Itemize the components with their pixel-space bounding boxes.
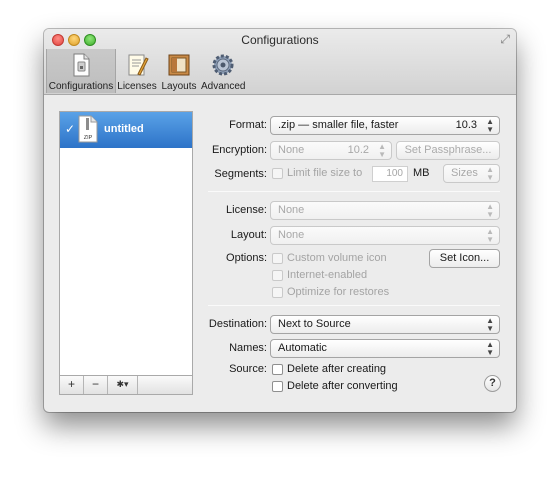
optimize-label: Optimize for restores bbox=[287, 286, 390, 298]
custom-icon-checkbox[interactable] bbox=[272, 253, 283, 264]
add-button[interactable]: + bbox=[60, 376, 84, 394]
limit-size-label: Limit file size to bbox=[287, 167, 363, 179]
zip-badge-text: ZIP bbox=[84, 135, 93, 141]
set-passphrase-button[interactable]: Set Passphrase... bbox=[396, 141, 500, 160]
separator bbox=[208, 191, 500, 192]
destination-label: Destination: bbox=[208, 318, 267, 330]
size-field[interactable]: 100 bbox=[372, 166, 408, 182]
toolbar-label-layouts: Layouts bbox=[161, 81, 197, 92]
configurations-list[interactable]: ✓ ZIP untitled bbox=[59, 111, 193, 376]
toolbar-layouts[interactable]: Layouts bbox=[159, 49, 199, 93]
configurations-doc-icon bbox=[73, 53, 90, 77]
toolbar-licenses[interactable]: Licenses bbox=[117, 49, 157, 93]
encryption-value: None bbox=[278, 144, 305, 156]
source-label: Source: bbox=[229, 363, 267, 375]
popup-arrows-icon: ▲ ▼ bbox=[486, 340, 494, 357]
set-icon-button[interactable]: Set Icon... bbox=[429, 249, 500, 268]
options-label: Options: bbox=[226, 252, 267, 264]
layout-popup[interactable]: None ▲ ▼ bbox=[270, 226, 500, 245]
popup-arrows-icon: ▲ ▼ bbox=[486, 165, 494, 182]
license-popup[interactable]: None ▲ ▼ bbox=[270, 201, 500, 220]
layout-value: None bbox=[278, 229, 305, 241]
popup-arrows-icon: ▲ ▼ bbox=[486, 117, 494, 134]
limit-size-checkbox[interactable] bbox=[272, 168, 283, 179]
format-value: .zip — smaller file, faster bbox=[278, 119, 399, 131]
encryption-popup[interactable]: None 10.2 ▲ ▼ bbox=[270, 141, 392, 160]
delete-after-creating-label: Delete after creating bbox=[287, 363, 387, 375]
delete-after-creating-checkbox[interactable] bbox=[272, 364, 283, 375]
delete-after-converting-checkbox[interactable] bbox=[272, 381, 283, 392]
format-version: 10.3 bbox=[455, 119, 477, 131]
checkmark-icon[interactable]: ✓ bbox=[65, 122, 75, 136]
title-bar: Configurations ⤢ Configurations Licenses bbox=[44, 29, 516, 95]
popup-arrows-icon: ▲ ▼ bbox=[486, 227, 494, 244]
layout-label: Layout: bbox=[230, 229, 267, 241]
names-value: Automatic bbox=[278, 342, 327, 354]
toolbar-configurations[interactable]: Configurations bbox=[46, 49, 116, 93]
list-item-name: untitled bbox=[104, 123, 144, 135]
delete-after-converting-label: Delete after converting bbox=[287, 380, 398, 392]
destination-value: Next to Source bbox=[278, 318, 351, 330]
toolbar-label-advanced: Advanced bbox=[201, 81, 246, 92]
zip-file-icon: ZIP bbox=[78, 115, 98, 143]
internet-enabled-label: Internet-enabled bbox=[287, 269, 368, 281]
popup-arrows-icon: ▲ ▼ bbox=[486, 202, 494, 219]
popup-arrows-icon: ▲ ▼ bbox=[378, 142, 386, 159]
size-unit: MB bbox=[413, 167, 430, 179]
gear-icon bbox=[212, 54, 234, 76]
list-item[interactable]: ✓ ZIP untitled bbox=[60, 112, 192, 148]
window-title: Configurations bbox=[241, 33, 319, 47]
toolbar-label-licenses: Licenses bbox=[117, 81, 157, 92]
segments-label: Segments: bbox=[214, 168, 267, 180]
list-toolbar: + − ✱▾ bbox=[59, 376, 193, 395]
licenses-icon bbox=[128, 54, 149, 76]
toolbar-advanced[interactable]: Advanced bbox=[201, 49, 245, 93]
license-label: License: bbox=[226, 204, 267, 216]
format-label: Format: bbox=[229, 119, 267, 131]
help-button[interactable]: ? bbox=[484, 375, 501, 392]
format-popup[interactable]: .zip — smaller file, faster 10.3 ▲ ▼ bbox=[270, 116, 500, 135]
custom-icon-label: Custom volume icon bbox=[287, 252, 387, 264]
sizes-label: Sizes bbox=[451, 167, 478, 179]
fullscreen-icon[interactable]: ⤢ bbox=[500, 32, 510, 47]
remove-button[interactable]: − bbox=[84, 376, 108, 394]
names-label: Names: bbox=[229, 342, 267, 354]
encryption-version: 10.2 bbox=[347, 144, 369, 156]
sizes-popup[interactable]: Sizes ▲ ▼ bbox=[443, 164, 500, 183]
popup-arrows-icon: ▲ ▼ bbox=[486, 316, 494, 333]
action-menu-button[interactable]: ✱▾ bbox=[108, 376, 138, 394]
configurations-window: Configurations ⤢ Configurations Licenses bbox=[44, 29, 516, 412]
separator bbox=[208, 305, 500, 306]
toolbar-label-configurations: Configurations bbox=[48, 81, 114, 92]
names-popup[interactable]: Automatic ▲ ▼ bbox=[270, 339, 500, 358]
internet-enabled-checkbox[interactable] bbox=[272, 270, 283, 281]
license-value: None bbox=[278, 204, 305, 216]
destination-popup[interactable]: Next to Source ▲ ▼ bbox=[270, 315, 500, 334]
encryption-label: Encryption: bbox=[211, 144, 267, 156]
optimize-checkbox[interactable] bbox=[272, 287, 283, 298]
layouts-icon bbox=[168, 54, 190, 76]
